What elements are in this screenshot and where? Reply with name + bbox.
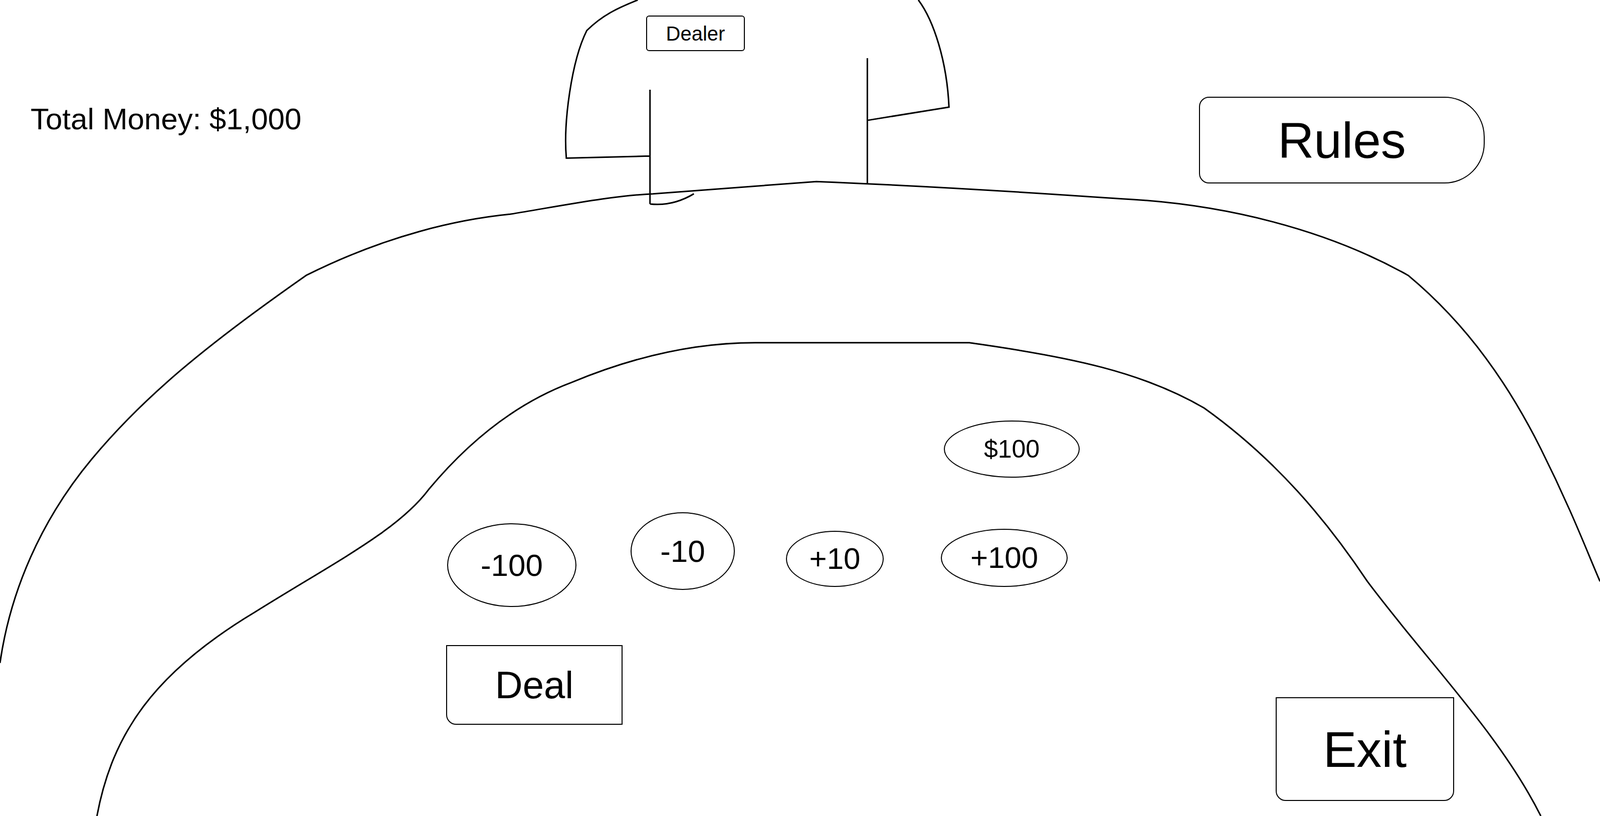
- bet-amount: $100: [943, 420, 1080, 478]
- rules-button[interactable]: Rules: [1198, 96, 1485, 184]
- game-screen: Total Money: $1,000 Dealer Rules $100 -1…: [0, 0, 1600, 816]
- bet-button[interactable]: -10: [630, 512, 735, 590]
- bet-button[interactable]: +100: [940, 528, 1068, 587]
- table-inner-edge: [96, 342, 1541, 816]
- dealer-shirt: [565, 0, 950, 205]
- deal-button[interactable]: Deal: [446, 645, 623, 725]
- exit-button[interactable]: Exit: [1275, 697, 1455, 802]
- total-money: Total Money: $1,000: [30, 100, 302, 138]
- table-outer-edge: [0, 181, 1600, 664]
- bet-button[interactable]: +10: [785, 530, 884, 587]
- dealer-badge: Dealer: [646, 15, 745, 52]
- bet-button[interactable]: -100: [447, 523, 577, 608]
